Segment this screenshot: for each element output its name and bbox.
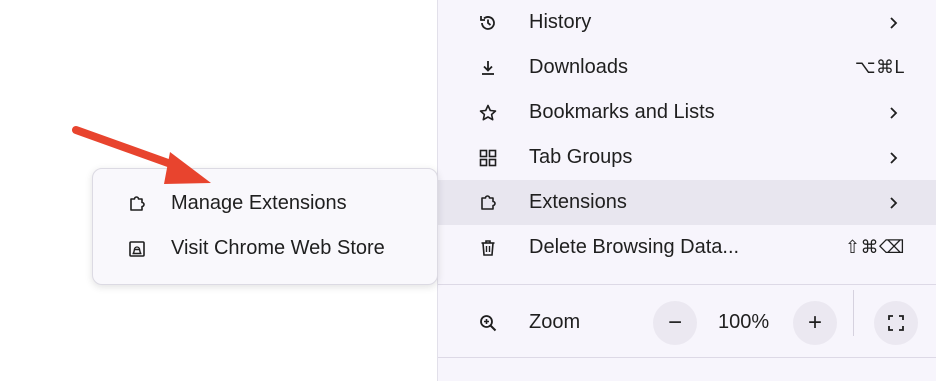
menu-item-extensions[interactable]: Extensions — [438, 180, 936, 225]
zoom-row: Zoom − 100% + — [438, 300, 936, 345]
screen: History Downloads ⌥⌘L Bookmarks and List… — [0, 0, 936, 381]
menu-item-label: Bookmarks and Lists — [529, 101, 715, 123]
grid-icon — [478, 148, 498, 168]
puzzle-icon — [478, 193, 498, 213]
star-icon — [478, 103, 498, 123]
menu-item-label: Downloads — [529, 56, 628, 78]
web-store-icon — [127, 239, 147, 259]
zoom-icon — [478, 313, 498, 333]
menu-divider — [438, 357, 936, 358]
fullscreen-icon — [888, 314, 904, 331]
submenu-item-label: Visit Chrome Web Store — [171, 237, 385, 259]
menu-item-bookmarks[interactable]: Bookmarks and Lists — [438, 90, 936, 135]
chevron-right-icon — [887, 151, 901, 165]
menu-item-label: Delete Browsing Data... — [529, 236, 740, 258]
menu-item-downloads[interactable]: Downloads ⌥⌘L — [438, 45, 936, 90]
zoom-increase-button[interactable]: + — [793, 300, 837, 345]
keyboard-shortcut: ⇧⌘⌫ — [844, 237, 905, 257]
menu-item-label: Extensions — [529, 191, 627, 213]
menu-item-tab-groups[interactable]: Tab Groups — [438, 135, 936, 180]
annotation-arrow — [72, 126, 211, 184]
fullscreen-button[interactable] — [874, 300, 918, 345]
menu-item-label: Tab Groups — [529, 146, 633, 168]
trash-icon — [478, 238, 498, 258]
chevron-right-icon — [887, 106, 901, 120]
menu-item-label: History — [529, 11, 592, 33]
chevron-right-icon — [887, 196, 901, 210]
chrome-main-menu: History Downloads ⌥⌘L Bookmarks and List… — [437, 0, 936, 381]
zoom-level: 100% — [718, 311, 770, 333]
submenu-item-label: Manage Extensions — [171, 192, 347, 214]
menu-item-history[interactable]: History — [438, 0, 936, 45]
zoom-label: Zoom — [529, 311, 581, 333]
zoom-decrease-button[interactable]: − — [653, 300, 697, 345]
submenu-item-web-store[interactable]: Visit Chrome Web Store — [93, 226, 437, 271]
menu-item-delete-browsing-data[interactable]: Delete Browsing Data... ⇧⌘⌫ — [438, 225, 936, 270]
history-icon — [478, 13, 498, 33]
chevron-right-icon — [887, 16, 901, 30]
zoom-separator — [853, 290, 854, 336]
download-icon — [478, 58, 498, 78]
puzzle-icon — [127, 194, 147, 214]
keyboard-shortcut: ⌥⌘L — [854, 57, 905, 77]
menu-divider — [438, 284, 936, 285]
